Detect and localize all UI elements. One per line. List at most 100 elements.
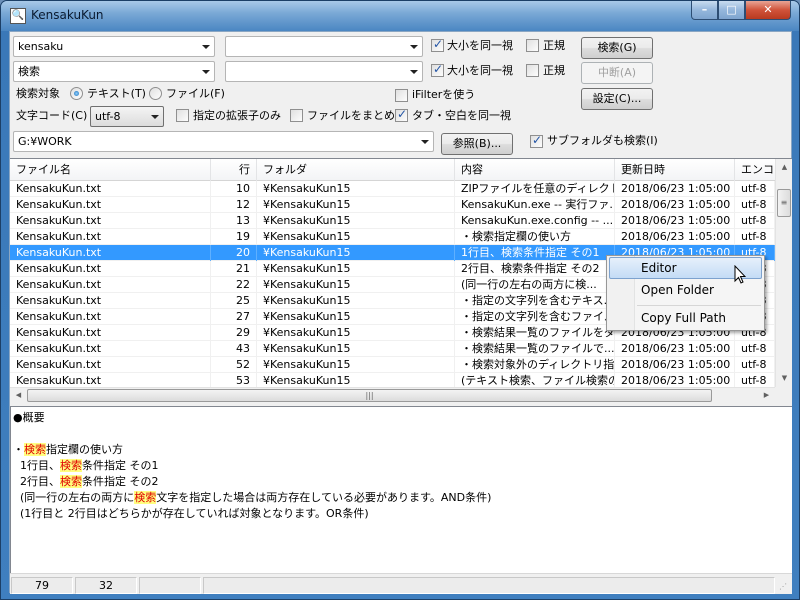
- case-insensitive-1-label: 大小を同一視: [447, 39, 513, 52]
- chevron-down-icon[interactable]: [202, 45, 210, 49]
- maximize-icon: □: [726, 3, 737, 16]
- keyword2-combo[interactable]: 検索: [13, 61, 215, 82]
- vertical-scrollbar[interactable]: ▲ ≡ ▼: [775, 159, 792, 387]
- keyword1-secondary-combo[interactable]: [225, 36, 423, 57]
- scroll-corner: [775, 387, 792, 403]
- horizontal-scroll-thumb[interactable]: |||: [27, 389, 712, 402]
- preview-text: 条件指定 その1: [82, 459, 159, 472]
- regex-1-label: 正規: [543, 39, 565, 52]
- folder-value: G:¥WORK: [18, 135, 72, 148]
- regex-2-checkbox[interactable]: [526, 64, 539, 77]
- preview-text: 1行目、: [13, 459, 60, 472]
- close-button[interactable]: ✕: [745, 1, 791, 20]
- cell-folder: ¥KensakuKun15: [257, 341, 455, 357]
- cell-filename: KensakuKun.txt: [10, 357, 211, 373]
- cell-filename: KensakuKun.txt: [10, 261, 211, 277]
- cell-date: 2018/06/23 1:05:00: [615, 341, 735, 357]
- keyword2-secondary-combo[interactable]: [225, 61, 423, 82]
- cell-encoding: utf-8: [735, 341, 775, 357]
- column-header-folder[interactable]: フォルダ: [257, 159, 455, 181]
- cell-content: ・指定の文字列を含むファイル...: [455, 309, 615, 325]
- search-highlight: 検索: [24, 443, 46, 456]
- regex-1-checkbox[interactable]: [526, 39, 539, 52]
- resize-grip-icon[interactable]: ⋰: [779, 582, 789, 592]
- cell-line: 19: [211, 229, 257, 245]
- status-line-count: 79: [11, 577, 73, 594]
- preview-line: (同一行の左右の両方に検索文字を指定した場合は両方存在している必要があります。A…: [13, 490, 790, 506]
- group-files-checkbox[interactable]: [290, 109, 303, 122]
- column-header-line[interactable]: 行: [211, 159, 257, 181]
- minimize-button[interactable]: –: [691, 1, 718, 20]
- cell-content: (同一行の左右の両方に検...: [455, 277, 615, 293]
- case-insensitive-1-checkbox[interactable]: [431, 37, 444, 52]
- tab-space-checkbox[interactable]: [395, 107, 408, 122]
- target-file-radio[interactable]: [149, 87, 162, 100]
- status-pane-3: [139, 577, 201, 594]
- cell-filename: KensakuKun.txt: [10, 373, 211, 387]
- browse-button[interactable]: 参照(B)...: [441, 133, 513, 155]
- close-icon: ✕: [763, 3, 773, 16]
- cell-content: ・指定の文字列を含むテキス...: [455, 293, 615, 309]
- preview-text: ●概要: [13, 411, 45, 424]
- results-header: ファイル名 行 フォルダ 内容 更新日時 エンコー: [10, 159, 775, 181]
- target-text-radio[interactable]: [70, 87, 83, 100]
- mouse-cursor-icon: [734, 265, 746, 284]
- preview-pane[interactable]: ●概要 ・検索指定欄の使い方 1行目、検索条件指定 その1 2行目、検索条件指定 …: [10, 406, 792, 573]
- preview-text: 条件指定 その2: [82, 475, 159, 488]
- keyword1-value: kensaku: [18, 40, 64, 53]
- table-row[interactable]: KensakuKun.txt 10 ¥KensakuKun15 ZIPファイルを任意の…: [10, 181, 775, 197]
- search-target-label: 検索対象: [16, 87, 60, 100]
- title-bar[interactable]: 🔍 KensakuKun – □ ✕: [1, 1, 799, 31]
- settings-button[interactable]: 設定(C)...: [581, 88, 653, 110]
- table-row[interactable]: KensakuKun.txt 43 ¥KensakuKun15 ・検索結果一覧のファイ…: [10, 341, 775, 357]
- table-row[interactable]: KensakuKun.txt 12 ¥KensakuKun15 KensakuKun.…: [10, 197, 775, 213]
- case-insensitive-2-label: 大小を同一視: [447, 64, 513, 77]
- scroll-down-icon[interactable]: ▼: [776, 370, 793, 387]
- regex-2-label: 正規: [543, 64, 565, 77]
- case-insensitive-2-checkbox[interactable]: [431, 62, 444, 77]
- chevron-down-icon[interactable]: [410, 45, 418, 49]
- chevron-down-icon[interactable]: [421, 140, 429, 144]
- window-title: KensakuKun: [31, 8, 104, 22]
- cell-folder: ¥KensakuKun15: [257, 293, 455, 309]
- column-header-content[interactable]: 内容: [455, 159, 615, 181]
- cell-filename: KensakuKun.txt: [10, 197, 211, 213]
- vertical-scroll-thumb[interactable]: ≡: [777, 189, 791, 217]
- table-row[interactable]: KensakuKun.txt 53 ¥KensakuKun15 (テキスト検索、ファイ…: [10, 373, 775, 387]
- cell-filename: KensakuKun.txt: [10, 325, 211, 341]
- encoding-select[interactable]: utf-8: [90, 106, 164, 127]
- folder-combo[interactable]: G:¥WORK: [13, 131, 434, 152]
- preview-line: ●概要: [13, 410, 790, 426]
- abort-button[interactable]: 中断(A): [581, 62, 653, 84]
- table-row[interactable]: KensakuKun.txt 13 ¥KensakuKun15 KensakuKun.…: [10, 213, 775, 229]
- maximize-button[interactable]: □: [718, 1, 745, 20]
- ext-only-checkbox[interactable]: [176, 109, 189, 122]
- table-row[interactable]: KensakuKun.txt 52 ¥KensakuKun15 ・検索対象外のディレク…: [10, 357, 775, 373]
- ifilter-checkbox[interactable]: [395, 89, 408, 102]
- cell-folder: ¥KensakuKun15: [257, 309, 455, 325]
- subfolders-checkbox[interactable]: [530, 133, 543, 148]
- menu-item-copy-full-path[interactable]: Copy Full Path: [609, 307, 762, 329]
- preview-text: ・: [13, 443, 24, 456]
- cell-line: 52: [211, 357, 257, 373]
- chevron-down-icon[interactable]: [410, 70, 418, 74]
- cell-line: 22: [211, 277, 257, 293]
- target-file-label: ファイル(F): [166, 87, 225, 100]
- column-header-encoding[interactable]: エンコー: [735, 159, 775, 181]
- column-header-filename[interactable]: ファイル名: [10, 159, 211, 181]
- table-row[interactable]: KensakuKun.txt 19 ¥KensakuKun15 ・検索指定欄の使い方 2…: [10, 229, 775, 245]
- search-button[interactable]: 検索(G): [581, 37, 653, 59]
- minimize-icon: –: [701, 3, 708, 16]
- scroll-up-icon[interactable]: ▲: [776, 159, 793, 176]
- keyword1-combo[interactable]: kensaku: [13, 36, 215, 57]
- cell-line: 25: [211, 293, 257, 309]
- column-header-date[interactable]: 更新日時: [615, 159, 735, 181]
- chevron-down-icon[interactable]: [151, 115, 159, 119]
- chevron-down-icon[interactable]: [202, 70, 210, 74]
- horizontal-scrollbar[interactable]: ◀ ||| ▶: [10, 387, 775, 403]
- cell-content: ・検索結果一覧のファイルで...: [455, 341, 615, 357]
- cell-line: 53: [211, 373, 257, 387]
- cell-line: 29: [211, 325, 257, 341]
- cell-content: (テキスト検索、ファイル検索の...: [455, 373, 615, 387]
- preview-line: 2行目、検索条件指定 その2: [13, 474, 790, 490]
